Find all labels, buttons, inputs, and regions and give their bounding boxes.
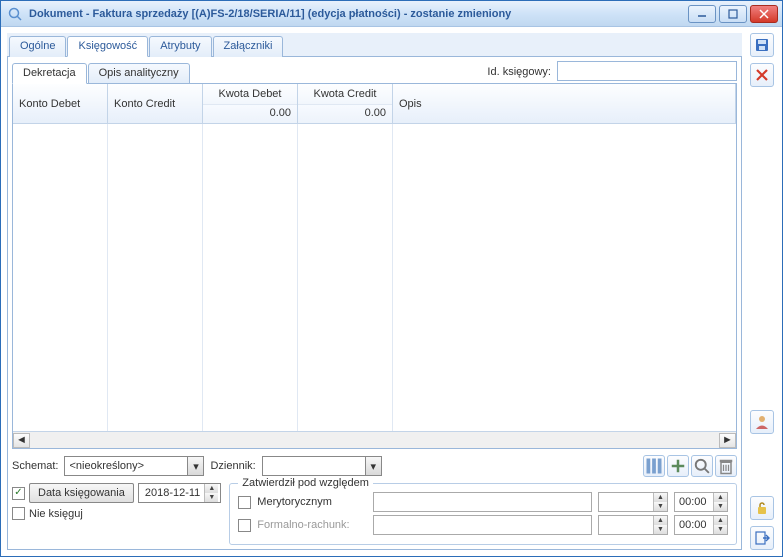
merytorycznym-row: Merytorycznym ▲▼ 00:00▲▼ [238, 492, 728, 512]
main-column: Ogólne Księgowość Atrybuty Załączniki De… [7, 33, 742, 550]
body: Ogólne Księgowość Atrybuty Załączniki De… [1, 27, 782, 556]
window-title: Dokument - Faktura sprzedaży [(A)FS-2/18… [29, 8, 688, 20]
nie-ksieguj-checkbox[interactable] [12, 507, 25, 520]
grid-body[interactable] [13, 124, 736, 431]
data-ksiegowania-date[interactable]: 2018-12-11 ▲▼ [138, 483, 221, 503]
formalno-time[interactable]: 00:00▲▼ [674, 515, 728, 535]
col-konto-credit[interactable]: Konto Credit [108, 84, 203, 123]
merytorycznym-input[interactable] [373, 492, 592, 512]
row-schemat: Schemat: <nieokreślony> ▾ Dziennik: ▾ [12, 455, 737, 477]
chevron-down-icon[interactable]: ▾ [187, 457, 203, 475]
merytorycznym-checkbox[interactable] [238, 496, 251, 509]
window-buttons [688, 5, 778, 23]
top-tabs: Ogólne Księgowość Atrybuty Załączniki [7, 33, 742, 57]
inner-tab-dekretacja[interactable]: Dekretacja [12, 63, 87, 84]
merytorycznym-label: Merytorycznym [257, 496, 367, 508]
tab-ksiegowosc[interactable]: Księgowość [67, 36, 148, 57]
chevron-down-icon[interactable]: ▾ [365, 457, 381, 475]
data-ksiegowania-row: Data księgowania 2018-12-11 ▲▼ [12, 483, 221, 503]
export-button[interactable] [750, 526, 774, 550]
nie-ksieguj-row: Nie księguj [12, 507, 221, 520]
bottom-area: Schemat: <nieokreślony> ▾ Dziennik: ▾ [12, 449, 737, 545]
side-toolbar [748, 33, 776, 550]
inner-tab-opis[interactable]: Opis analityczny [88, 63, 190, 83]
data-ksiegowania-checkbox[interactable] [12, 487, 25, 500]
add-button[interactable] [667, 455, 689, 477]
left-block: Data księgowania 2018-12-11 ▲▼ Nie księg… [12, 483, 221, 520]
merytorycznym-num[interactable]: ▲▼ [598, 492, 668, 512]
scroll-right-icon[interactable]: ► [719, 433, 736, 448]
scroll-left-icon[interactable]: ◄ [13, 433, 30, 448]
schemat-label: Schemat: [12, 460, 58, 472]
sum-kwota-debet: 0.00 [203, 104, 297, 123]
formalno-input[interactable] [373, 515, 592, 535]
dziennik-combo[interactable]: ▾ [262, 456, 382, 476]
formalno-checkbox[interactable] [238, 519, 251, 532]
formalno-row: Formalno-rachunk: ▲▼ 00:00▲▼ [238, 515, 728, 535]
id-label: Id. księgowy: [487, 66, 551, 78]
zatwierdzil-group: Zatwierdził pod względem Merytorycznym ▲… [229, 483, 737, 545]
row-bottom: Data księgowania 2018-12-11 ▲▼ Nie księg… [12, 483, 737, 545]
unlock-button[interactable] [750, 496, 774, 520]
h-scrollbar[interactable]: ◄ ► [13, 431, 736, 448]
titlebar: Dokument - Faktura sprzedaży [(A)FS-2/18… [1, 1, 782, 27]
schemat-combo[interactable]: <nieokreślony> ▾ [64, 456, 204, 476]
col-kwota-credit[interactable]: Kwota Credit 0.00 [298, 84, 393, 123]
col-opis[interactable]: Opis [393, 84, 736, 123]
user-button[interactable] [750, 410, 774, 434]
save-button[interactable] [750, 33, 774, 57]
nie-ksieguj-label: Nie księguj [29, 508, 83, 520]
date-spinner[interactable]: ▲▼ [204, 484, 218, 502]
zatwierdzil-legend: Zatwierdził pod względem [238, 477, 373, 489]
maximize-button[interactable] [719, 5, 747, 23]
tab-ogolne[interactable]: Ogólne [9, 36, 66, 57]
search-button[interactable] [691, 455, 713, 477]
columns-button[interactable] [643, 455, 665, 477]
close-button[interactable] [750, 5, 778, 23]
formalno-num[interactable]: ▲▼ [598, 515, 668, 535]
merytorycznym-time[interactable]: 00:00▲▼ [674, 492, 728, 512]
formalno-label: Formalno-rachunk: [257, 519, 367, 531]
grid-toolbar [643, 455, 737, 477]
data-ksiegowania-button[interactable]: Data księgowania [29, 483, 134, 503]
inner-tabs: Dekretacja Opis analityczny Id. księgowy… [12, 61, 737, 84]
content-frame: Dekretacja Opis analityczny Id. księgowy… [7, 57, 742, 550]
cancel-button[interactable] [750, 63, 774, 87]
tab-zalaczniki[interactable]: Załączniki [213, 36, 284, 57]
sum-kwota-credit: 0.00 [298, 104, 392, 123]
app-window: Dokument - Faktura sprzedaży [(A)FS-2/18… [0, 0, 783, 557]
grid: Konto Debet Konto Credit Kwota Debet 0.0… [12, 84, 737, 449]
tab-atrybuty[interactable]: Atrybuty [149, 36, 211, 57]
minimize-button[interactable] [688, 5, 716, 23]
dziennik-label: Dziennik: [210, 460, 255, 472]
col-kwota-debet[interactable]: Kwota Debet 0.00 [203, 84, 298, 123]
col-konto-debet[interactable]: Konto Debet [13, 84, 108, 123]
delete-button[interactable] [715, 455, 737, 477]
grid-header: Konto Debet Konto Credit Kwota Debet 0.0… [13, 84, 736, 124]
app-icon [7, 6, 23, 22]
id-input[interactable] [557, 61, 737, 81]
